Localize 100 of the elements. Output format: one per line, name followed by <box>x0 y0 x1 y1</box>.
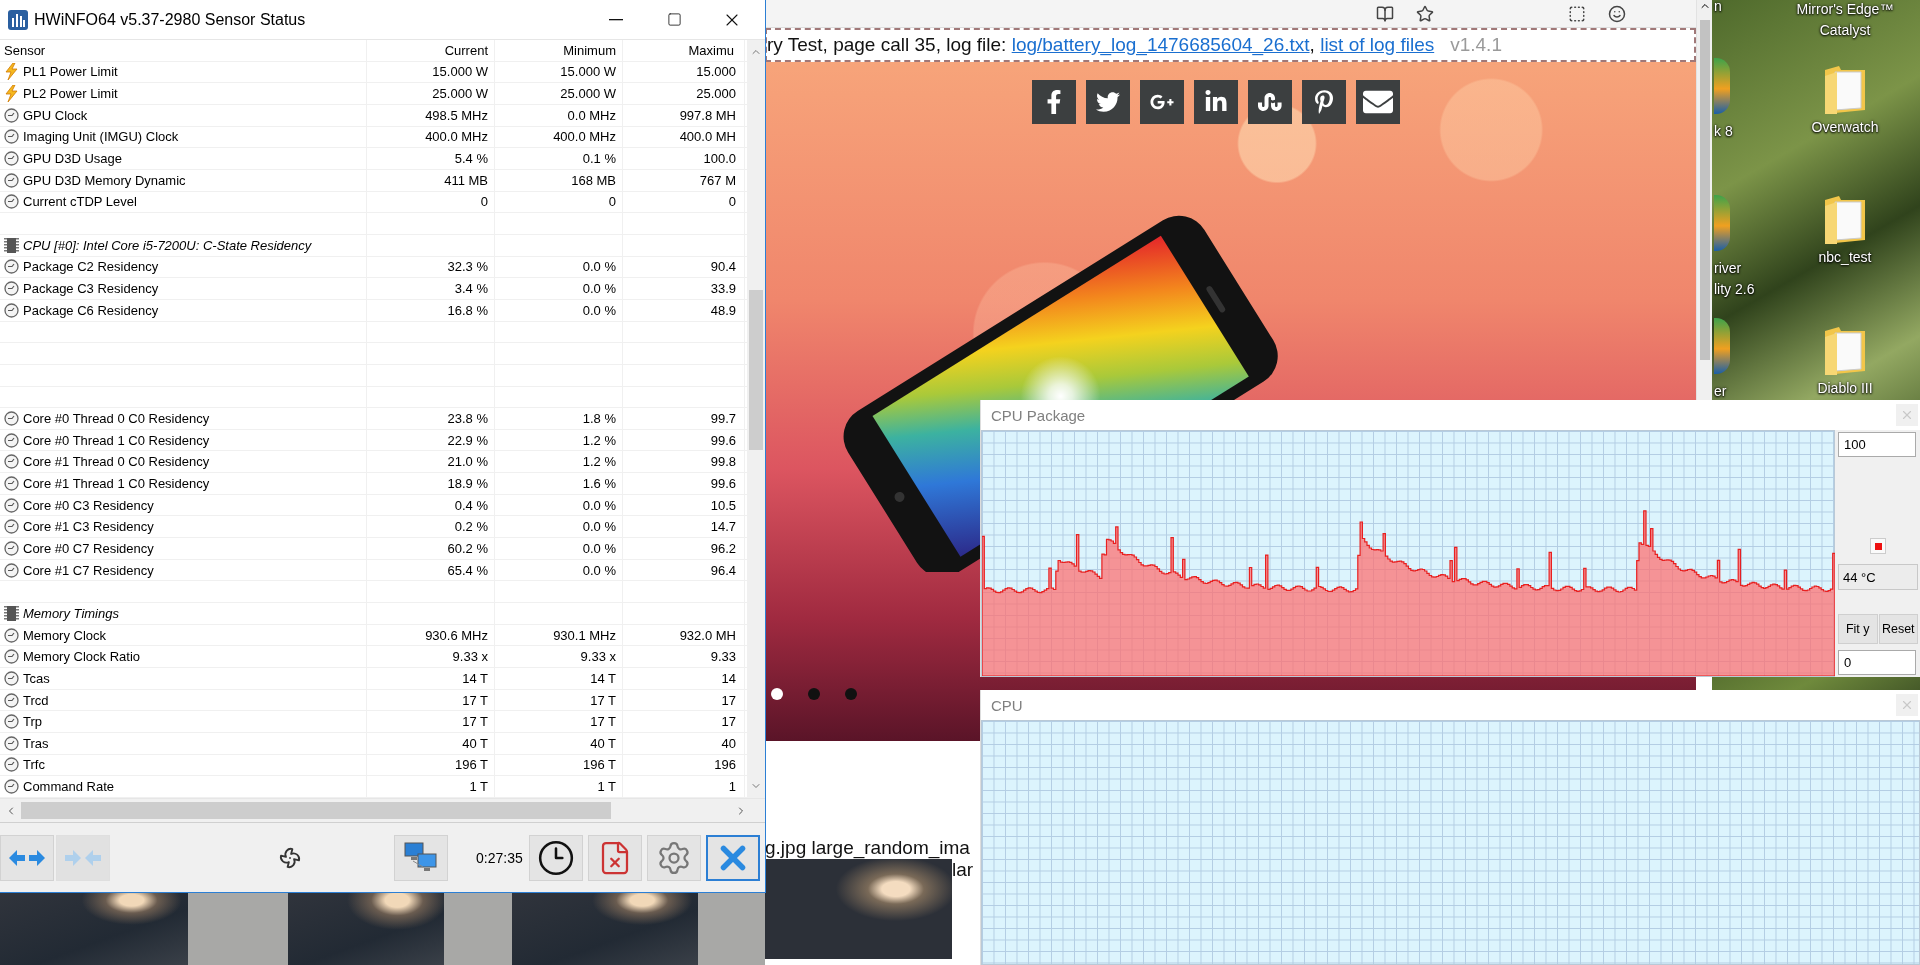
gauge-icon <box>4 519 19 535</box>
elapsed-time: 0:27:35 <box>476 849 523 866</box>
horizontal-scrollbar[interactable] <box>0 798 765 822</box>
table-cell: 17 T <box>590 692 616 708</box>
table-cell: 1.2 % <box>582 454 616 470</box>
gauge-icon <box>4 172 19 188</box>
close-icon <box>1900 408 1914 422</box>
share-button[interactable] <box>1193 80 1238 124</box>
column-header[interactable]: Minimum <box>495 40 623 61</box>
table-cell: 0.0 % <box>582 519 616 535</box>
linkedin-icon <box>1203 90 1228 114</box>
smiley-icon[interactable] <box>1608 4 1626 23</box>
gauge-icon <box>4 757 19 773</box>
sensor-name: Tras <box>23 735 49 751</box>
table-cell: 15.000 W <box>560 64 616 80</box>
group-heading: CPU [#0]: Intel Core i5-7200U: C-State Residency <box>23 237 312 253</box>
table-cell: 0.0 % <box>582 259 616 275</box>
maximize-icon <box>666 12 682 27</box>
fit-y-button[interactable]: Fit y <box>1838 614 1878 644</box>
arrows-outward-icon <box>7 847 47 868</box>
star-icon[interactable] <box>1416 4 1434 23</box>
table-cell: 0.2 % <box>454 519 488 535</box>
table-cell: 14.7 <box>710 519 736 535</box>
slider-dot[interactable] <box>845 688 857 700</box>
column-header[interactable]: Maximu <box>623 40 745 61</box>
share-button[interactable] <box>1301 80 1346 124</box>
column-header[interactable]: Sensor <box>0 40 367 61</box>
max-field[interactable]: 100 <box>1838 432 1916 457</box>
share-button[interactable] <box>1031 80 1076 124</box>
scrollbar[interactable] <box>1696 0 1712 400</box>
lightning-icon <box>4 85 19 103</box>
gauge-icon <box>4 302 19 318</box>
legend-swatch-icon <box>1870 538 1886 554</box>
icon-label: river <box>1714 259 1742 278</box>
table-cell: 100.0 <box>703 151 736 167</box>
clear-report-button[interactable] <box>587 834 642 881</box>
table-cell: 0.0 % <box>582 281 616 297</box>
table-cell: 23.8 % <box>447 411 488 426</box>
table-cell: 400.0 MHz <box>553 129 616 145</box>
book-icon[interactable] <box>1376 4 1394 23</box>
scrollbar[interactable] <box>747 40 765 798</box>
sensor-name: Package C3 Residency <box>23 281 159 297</box>
slider-dot[interactable] <box>771 688 783 700</box>
sensor-name: Trcd <box>23 692 49 708</box>
table-cell: 15.000 W <box>432 64 488 80</box>
table-cell: 1 T <box>469 779 488 795</box>
clock-button[interactable] <box>528 834 583 881</box>
table-cell: 1 T <box>597 779 616 795</box>
sensor-name: Imaging Unit (IMGU) Clock <box>23 129 179 145</box>
table-cell: 196 T <box>583 757 616 773</box>
sensor-name: Core #1 C3 Residency <box>23 519 154 535</box>
arrows-inward-icon <box>63 847 103 868</box>
sensor-name: Core #0 C7 Residency <box>23 540 154 556</box>
share-button[interactable] <box>1247 80 1292 124</box>
scrollbar-thumb[interactable] <box>1699 20 1710 360</box>
table-cell: 5.4 % <box>454 151 488 167</box>
icon-label: n <box>1714 0 1722 16</box>
scrollbar-thumb[interactable] <box>749 290 763 450</box>
table-cell: 0.0 % <box>582 497 616 513</box>
chip-icon <box>4 236 19 254</box>
fan-button[interactable] <box>278 845 302 870</box>
close-button[interactable] <box>705 834 760 881</box>
column-header[interactable]: Current <box>367 40 495 61</box>
sensor-name: Core #1 Thread 1 C0 Residency <box>23 475 210 491</box>
sensor-name: GPU Clock <box>23 107 88 123</box>
table-cell: 930.1 MHz <box>553 627 616 643</box>
table-cell: 99.6 <box>710 432 736 448</box>
settings-button[interactable] <box>646 834 701 881</box>
table-cell: 767 M <box>699 172 736 188</box>
table-cell: 1.8 % <box>582 411 616 426</box>
log-list-link[interactable]: list of log files <box>1320 34 1435 56</box>
separator-text: , <box>1309 34 1316 55</box>
expand-button[interactable] <box>0 834 54 881</box>
min-field[interactable]: 0 <box>1838 650 1916 675</box>
dashed-square-icon[interactable] <box>1568 4 1586 23</box>
reset-button[interactable]: Reset <box>1878 614 1918 644</box>
log-file-link[interactable]: log/battery_log_1476685604_26.txt <box>1011 34 1310 56</box>
table-cell: 196 <box>714 757 736 773</box>
share-button[interactable] <box>1085 80 1130 124</box>
caption-text: g.jpg large_random_ima <box>765 837 970 858</box>
table-cell: 40 T <box>462 735 488 751</box>
table-cell: 25.000 <box>696 86 736 102</box>
table-cell: 15.000 <box>696 64 736 80</box>
icon-label: Diablo III <box>1817 379 1873 398</box>
clock-icon <box>536 838 575 877</box>
share-button[interactable] <box>1355 80 1400 124</box>
network-button[interactable] <box>394 834 448 881</box>
share-button[interactable] <box>1139 80 1184 124</box>
table-cell: 14 T <box>462 670 488 686</box>
gauge-icon <box>4 107 19 123</box>
table-cell: 14 T <box>590 670 616 686</box>
table-cell: 168 MB <box>571 172 616 188</box>
lightning-icon <box>4 63 19 81</box>
table-cell: 16.8 % <box>447 302 488 318</box>
slider-dot[interactable] <box>808 688 820 700</box>
gauge-icon <box>4 670 19 686</box>
table-cell: 0.4 % <box>454 497 488 513</box>
scrollbar-thumb[interactable] <box>21 802 611 819</box>
graph-title: CPU <box>991 696 1023 714</box>
stumbleupon-icon <box>1257 90 1282 114</box>
